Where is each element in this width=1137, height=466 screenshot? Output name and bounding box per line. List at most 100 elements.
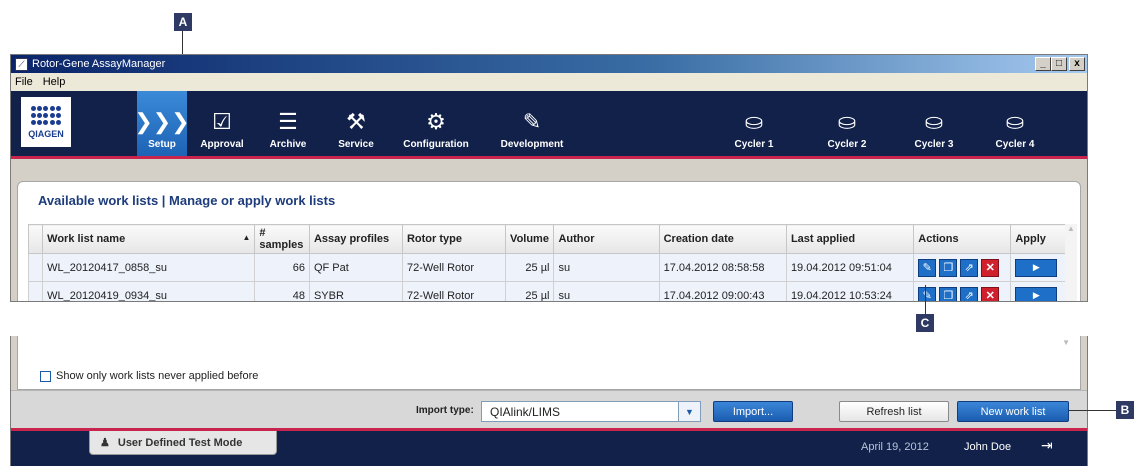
cycler-icon: ⛀	[1005, 109, 1025, 134]
copy-icon[interactable]: ❐	[939, 258, 958, 277]
worklist-table: Work list name ▲ # samples Assay profile…	[27, 224, 1068, 301]
minimize-button[interactable]: _	[1035, 57, 1051, 71]
row-selector[interactable]	[27, 281, 44, 301]
import-button[interactable]: Import...	[713, 401, 793, 422]
nav-cycler-2[interactable]: ⛀ Cycler 2	[819, 91, 875, 156]
scroll-up-icon[interactable]: ▲	[1065, 224, 1077, 233]
rotor-gene-app-icon: ⟋	[15, 57, 28, 71]
delete-icon[interactable]: ✕	[981, 286, 1000, 301]
cell-last-applied: 19.04.2012 10:53:24	[785, 281, 915, 301]
qiagen-logo-dots	[31, 105, 61, 126]
col-apply: Apply	[1010, 224, 1068, 254]
nav-cycler-4-label: Cycler 4	[995, 139, 1035, 150]
callout-b-line	[1069, 410, 1116, 411]
col-samples[interactable]: # samples	[254, 224, 310, 254]
table-row[interactable]: WL_20120419_0934_su 48 SYBR 72-Well Roto…	[27, 281, 1068, 301]
cell-author: su	[553, 281, 660, 301]
table-row[interactable]: WL_20120417_0858_su 66 QF Pat 72-Well Ro…	[27, 253, 1068, 282]
new-work-list-button[interactable]: New work list	[957, 401, 1069, 422]
approval-icon: ☑	[212, 109, 232, 134]
refresh-list-button[interactable]: Refresh list	[839, 401, 949, 422]
import-type-select[interactable]: QIAlink/LIMS ▼	[481, 401, 701, 422]
logout-icon[interactable]: ⇥	[1041, 437, 1053, 454]
col-volume[interactable]: Volume	[505, 224, 555, 254]
cell-work-list-name: WL_20120419_0934_su	[42, 281, 256, 301]
archive-icon: ☰	[278, 109, 298, 134]
gears-icon: ⚙	[426, 109, 446, 134]
nav-archive[interactable]: ☰ Archive	[263, 91, 313, 156]
col-assay-profiles[interactable]: Assay profiles	[308, 224, 403, 254]
scroll-down-icon[interactable]: ▼	[1062, 338, 1070, 347]
nav-cycler-2-label: Cycler 2	[827, 139, 867, 150]
cell-volume: 25 µl	[505, 253, 555, 282]
chevrons-icon: ❯❯❯	[134, 109, 190, 134]
cell-apply: ▶	[1010, 281, 1068, 301]
table-scrollbar[interactable]: ▲	[1065, 224, 1077, 301]
import-type-value: QIAlink/LIMS	[490, 404, 561, 419]
cell-last-applied: 19.04.2012 09:51:04	[785, 253, 915, 282]
qiagen-logo-text: QIAGEN	[28, 128, 64, 139]
export-icon[interactable]: ⇗	[960, 258, 979, 277]
apply-button[interactable]: ▶	[1015, 258, 1058, 277]
nav-cycler-4[interactable]: ⛀ Cycler 4	[987, 91, 1043, 156]
app-window-lower: ▼ Show only work lists never applied bef…	[10, 336, 1088, 466]
development-icon: ✎	[522, 109, 542, 134]
play-icon: ▶	[1032, 290, 1040, 300]
nav-cycler-1[interactable]: ⛀ Cycler 1	[726, 91, 782, 156]
maximize-button[interactable]: □	[1051, 57, 1067, 71]
nav-setup[interactable]: ❯❯❯ Setup	[134, 91, 190, 156]
apply-button[interactable]: ▶	[1015, 286, 1058, 301]
cell-apply: ▶	[1010, 253, 1068, 282]
nav-archive-label: Archive	[269, 139, 307, 150]
col-author[interactable]: Author	[553, 224, 660, 254]
col-work-list-name[interactable]: Work list name ▲	[42, 224, 256, 254]
nav-development[interactable]: ✎ Development	[487, 91, 577, 156]
cell-assay-profiles: SYBR	[308, 281, 403, 301]
row-selector[interactable]	[27, 253, 44, 282]
window-titlebar: ⟋ Rotor-Gene AssayManager _ □ x	[11, 55, 1087, 73]
tools-icon: ⚒	[346, 109, 366, 134]
cell-samples: 48	[254, 281, 310, 301]
status-user: John Doe	[964, 441, 1012, 453]
edit-icon[interactable]: ✎	[918, 258, 937, 277]
nav-cycler-3[interactable]: ⛀ Cycler 3	[906, 91, 962, 156]
play-icon: ▶	[1032, 262, 1040, 272]
never-applied-filter[interactable]: Show only work lists never applied befor…	[40, 370, 258, 382]
menu-bar: File Help	[11, 73, 1087, 91]
page-title: Available work lists | Manage or apply w…	[38, 193, 336, 208]
col-rotor-type[interactable]: Rotor type	[401, 224, 507, 254]
nav-cycler-1-label: Cycler 1	[734, 139, 774, 150]
cell-samples: 66	[254, 253, 310, 282]
nav-cycler-3-label: Cycler 3	[914, 139, 954, 150]
never-applied-checkbox[interactable]	[40, 370, 51, 382]
col-creation-date[interactable]: Creation date	[658, 224, 787, 254]
cell-actions: ✎ ❐ ⇗ ✕	[913, 253, 1012, 282]
close-button[interactable]: x	[1069, 57, 1085, 71]
nav-approval[interactable]: ☑ Approval	[197, 91, 247, 156]
cycler-icon: ⛀	[924, 109, 944, 134]
col-last-applied[interactable]: Last applied	[785, 224, 915, 254]
callout-b: B	[1116, 401, 1134, 419]
menu-help[interactable]: Help	[43, 76, 66, 88]
chevron-down-icon[interactable]: ▼	[678, 402, 700, 421]
nav-service-label: Service	[338, 139, 374, 150]
nav-service[interactable]: ⚒ Service	[331, 91, 381, 156]
nav-development-label: Development	[500, 139, 564, 150]
edit-icon[interactable]: ✎	[918, 286, 937, 301]
worklist-panel: Available work lists | Manage or apply w…	[17, 181, 1081, 301]
delete-icon[interactable]: ✕	[981, 258, 1000, 277]
window-controls: _ □ x	[1035, 57, 1085, 71]
cell-creation-date: 17.04.2012 08:58:58	[658, 253, 787, 282]
nav-configuration[interactable]: ⚙ Configuration	[391, 91, 481, 156]
cell-volume: 25 µl	[505, 281, 555, 301]
cycler-icon: ⛀	[744, 109, 764, 134]
cell-rotor-type: 72-Well Rotor	[401, 253, 507, 282]
status-date: April 19, 2012	[861, 441, 929, 453]
export-icon[interactable]: ⇗	[960, 286, 979, 301]
cycler-icon: ⛀	[837, 109, 857, 134]
col-actions: Actions	[913, 224, 1012, 254]
callout-a: A	[174, 13, 192, 31]
copy-icon[interactable]: ❐	[939, 286, 958, 301]
cell-actions: ✎ ❐ ⇗ ✕	[913, 281, 1012, 301]
menu-file[interactable]: File	[15, 76, 33, 88]
